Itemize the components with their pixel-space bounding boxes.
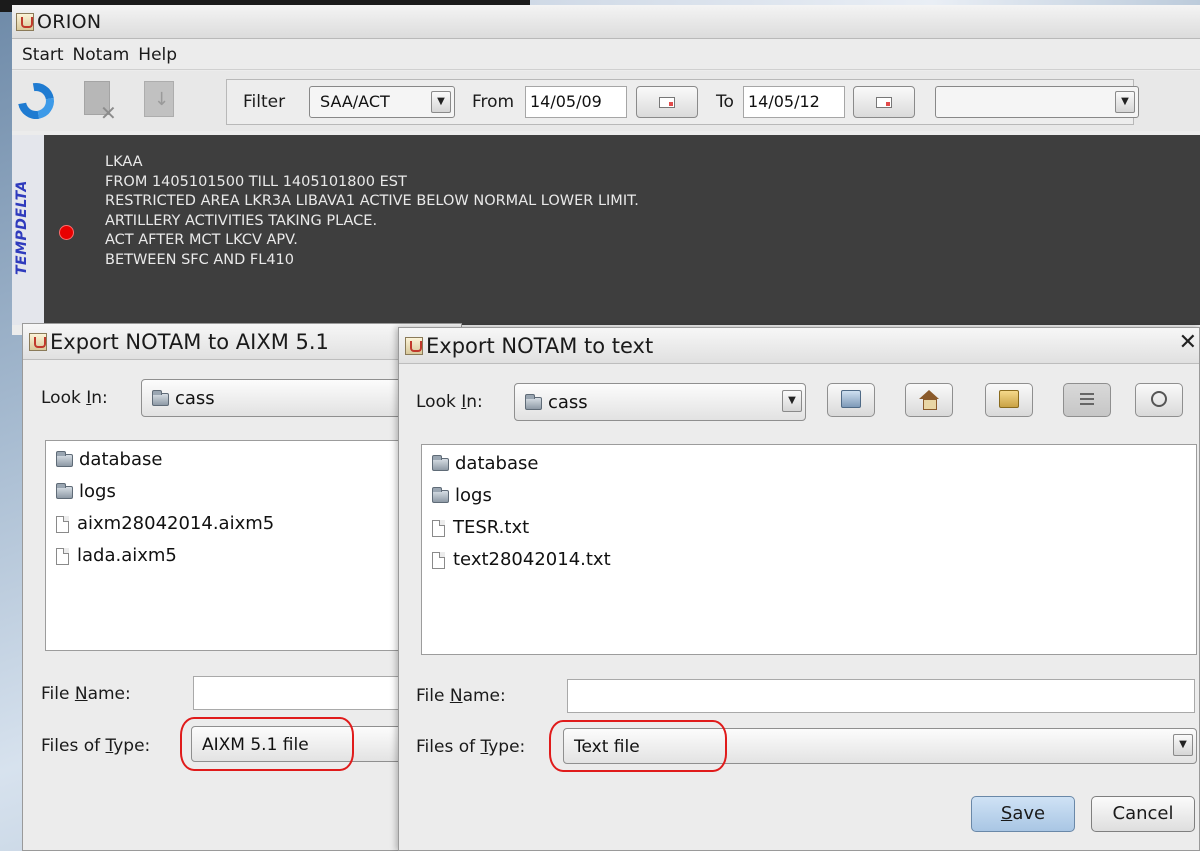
look-in-value: cass — [175, 388, 215, 409]
close-icon[interactable]: ✕ — [1179, 330, 1197, 355]
notam-text[interactable]: LKAA FROM 1405101500 TILL 1405101800 EST… — [105, 153, 639, 270]
look-in-label: Look In: — [41, 388, 108, 408]
dialog-title: Export NOTAM to text — [426, 333, 654, 358]
calendar-icon — [659, 97, 675, 108]
delete-x-icon: ✕ — [100, 101, 117, 125]
chevron-down-icon[interactable]: ▼ — [431, 91, 451, 113]
from-date-field[interactable]: 14/05/09 — [525, 86, 627, 118]
home-icon — [919, 390, 939, 410]
file-name-field[interactable] — [567, 679, 1195, 713]
file-icon — [56, 515, 69, 533]
details-view-icon — [1151, 391, 1167, 407]
list-view-button[interactable] — [1063, 383, 1111, 417]
folder-icon — [432, 454, 449, 471]
file-name-label: File Name: — [416, 686, 506, 706]
list-item[interactable]: logs — [422, 480, 1196, 512]
new-folder-icon — [999, 390, 1019, 408]
menu-bar: Start Notam Help — [12, 40, 1200, 70]
java-app-icon — [405, 336, 423, 355]
refresh-icon[interactable] — [10, 75, 62, 127]
java-app-icon — [29, 332, 47, 351]
up-folder-icon — [841, 390, 861, 408]
folder-icon — [525, 393, 542, 410]
list-view-icon — [1080, 393, 1094, 406]
to-date-field[interactable]: 14/05/12 — [743, 86, 845, 118]
main-title-bar: ORION — [12, 5, 1200, 39]
chevron-down-icon[interactable]: ▼ — [1173, 734, 1193, 756]
filter-label: Filter — [243, 92, 286, 112]
status-indicator-icon — [59, 225, 74, 240]
app-title: ORION — [37, 10, 102, 33]
java-app-icon — [16, 12, 34, 31]
folder-icon — [432, 486, 449, 503]
notam-line: RESTRICTED AREA LKR3A LIBAVA1 ACTIVE BEL… — [105, 193, 639, 209]
look-in-label: Look In: — [416, 392, 483, 412]
dialog-title-bar: Export NOTAM to text ✕ — [399, 328, 1199, 364]
new-folder-button[interactable] — [985, 383, 1033, 417]
file-icon — [432, 551, 445, 569]
folder-icon — [152, 389, 169, 406]
home-button[interactable] — [905, 383, 953, 417]
menu-help[interactable]: Help — [138, 45, 177, 65]
from-label: From — [472, 92, 515, 112]
file-icon — [432, 519, 445, 537]
folder-icon — [56, 450, 73, 467]
chevron-down-icon[interactable]: ▼ — [1115, 91, 1135, 113]
files-of-type-label: Files of Type: — [41, 736, 151, 756]
export-aixm-dialog: Export NOTAM to AIXM 5.1 Look In: cass d… — [22, 323, 481, 851]
notam-side-label: TEMPDELTA — [14, 180, 30, 275]
save-button[interactable]: Save — [971, 796, 1075, 832]
notam-panel: TEMPDELTA LKAA FROM 1405101500 TILL 1405… — [12, 135, 1200, 325]
up-folder-button[interactable] — [827, 383, 875, 417]
calendar-icon — [876, 97, 892, 108]
orion-main-window: ORION Start Notam Help ✕ ↓ Filter SAA/AC… — [10, 5, 1200, 335]
file-list[interactable]: database logs TESR.txt text28042014.txt — [421, 444, 1197, 655]
list-item[interactable]: database — [422, 448, 1196, 480]
notam-line: LKAA — [105, 154, 143, 170]
folder-icon — [56, 482, 73, 499]
filter-group: Filter SAA/ACT ▼ From 14/05/09 To 14/05/… — [226, 79, 1139, 125]
list-item[interactable]: text28042014.txt — [422, 544, 1196, 576]
export-text-dialog: Export NOTAM to text ✕ Look In: cass ▼ d… — [398, 327, 1200, 851]
menu-start[interactable]: Start — [22, 45, 64, 65]
files-of-type-label: Files of Type: — [416, 737, 526, 757]
to-calendar-button[interactable] — [853, 86, 915, 118]
look-in-value: cass — [548, 392, 588, 413]
file-icon — [56, 547, 69, 565]
details-view-button[interactable] — [1135, 383, 1183, 417]
chevron-down-icon[interactable]: ▼ — [782, 390, 802, 412]
menu-notam[interactable]: Notam — [73, 45, 130, 65]
dialog-title: Export NOTAM to AIXM 5.1 — [50, 329, 329, 354]
dialog-title-bar: Export NOTAM to AIXM 5.1 — [23, 324, 461, 360]
download-arrow-icon: ↓ — [154, 89, 170, 110]
filter-select-value: SAA/ACT — [320, 92, 390, 111]
notam-side-strip: TEMPDELTA — [12, 135, 44, 325]
notam-line: FROM 1405101500 TILL 1405101800 EST — [105, 173, 407, 190]
look-in-select[interactable]: cass ▼ — [514, 383, 806, 421]
highlight-annotation — [180, 717, 354, 771]
main-toolbar: ✕ ↓ Filter SAA/ACT ▼ From 14/05/09 To 14… — [10, 71, 1200, 131]
to-label: To — [716, 92, 734, 112]
highlight-annotation — [549, 720, 727, 772]
notam-line: BETWEEN SFC AND FL410 — [105, 251, 294, 268]
notam-line: ARTILLERY ACTIVITIES TAKING PLACE. — [105, 212, 378, 229]
delete-notam-icon[interactable]: ✕ — [82, 79, 122, 125]
list-item[interactable]: TESR.txt — [422, 512, 1196, 544]
from-calendar-button[interactable] — [636, 86, 698, 118]
cancel-button[interactable]: Cancel — [1091, 796, 1195, 832]
file-name-label: File Name: — [41, 684, 131, 704]
filter-select[interactable]: SAA/ACT ▼ — [309, 86, 455, 118]
extra-select[interactable]: ▼ — [935, 86, 1139, 118]
export-notam-icon[interactable]: ↓ — [142, 79, 182, 123]
notam-line: ACT AFTER MCT LKCV APV. — [105, 232, 298, 248]
